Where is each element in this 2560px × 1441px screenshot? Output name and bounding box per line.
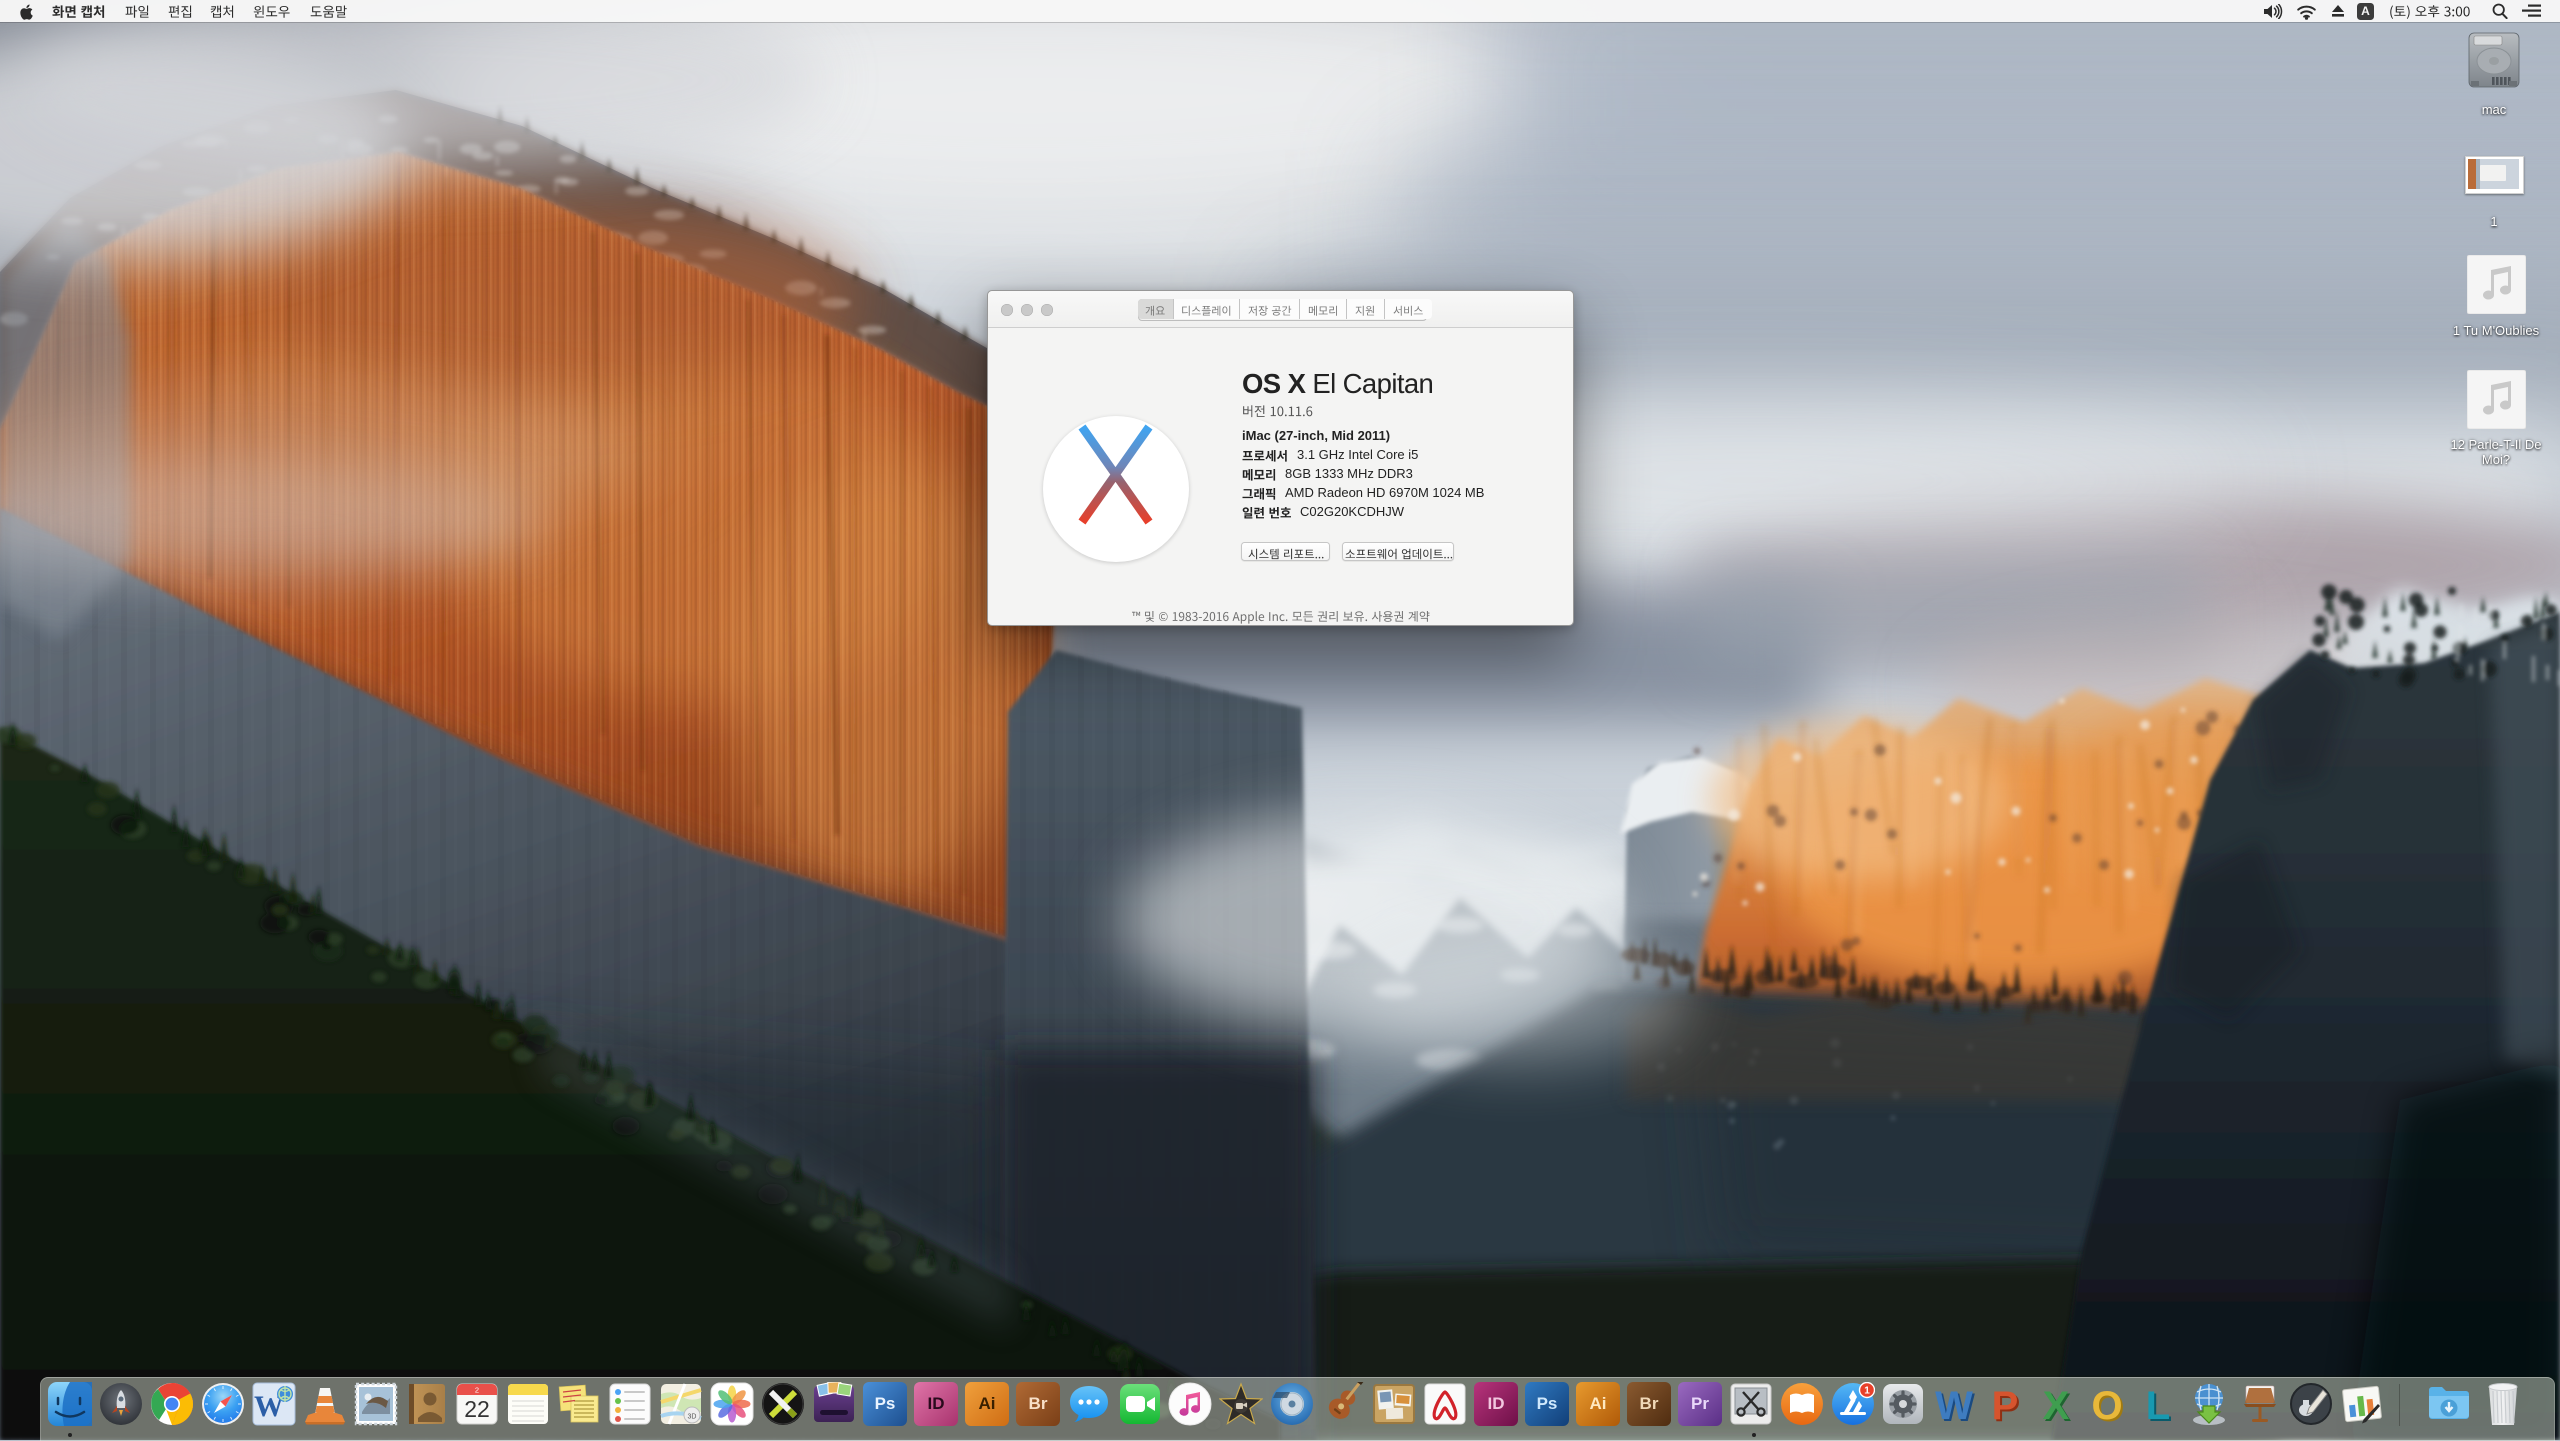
svg-text:2: 2: [475, 1386, 479, 1395]
svg-text:3D: 3D: [688, 1414, 697, 1421]
svg-text:22: 22: [464, 1396, 490, 1422]
svg-text:1: 1: [1864, 1386, 1870, 1397]
